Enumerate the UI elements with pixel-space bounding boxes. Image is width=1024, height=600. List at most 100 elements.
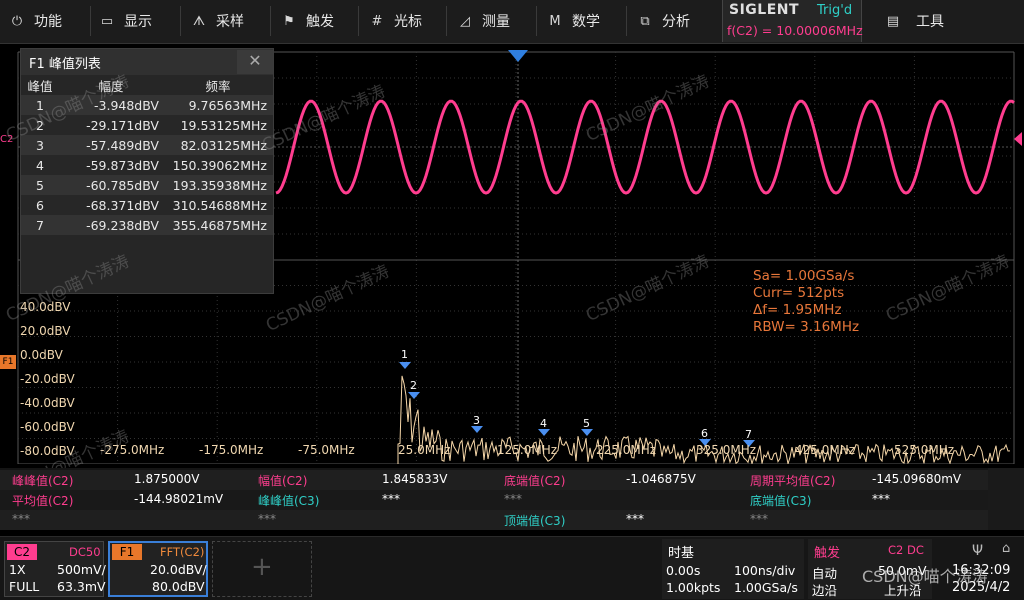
f1-function: FFT(C2)	[160, 545, 205, 559]
add-icon: +	[251, 552, 273, 582]
sample-rate: 1.00GSa/s	[734, 580, 798, 595]
meas-label: ***	[12, 512, 30, 526]
trigger-status: Trig'd	[817, 3, 853, 18]
y-label: -40.0dBV	[20, 396, 75, 410]
x-label: 125.0MHz	[497, 443, 558, 457]
brand-logo: SIGLENT	[729, 2, 800, 18]
tools-icon: ▤	[886, 13, 900, 29]
network-icon: ⌂	[1002, 541, 1011, 556]
meas-label: ***	[750, 512, 768, 526]
peak-list-window[interactable]: F1 峰值列表 ✕ 峰值 幅度 频率 1 -3.948dBV 9.76563MHz …	[20, 48, 274, 294]
c2-scale: 500mV/	[57, 562, 106, 577]
timebase-title: 时基	[668, 546, 695, 561]
menu-math-button[interactable]: M 数学	[546, 0, 600, 42]
analysis-icon: ⧉	[640, 13, 650, 29]
f1-scale: 20.0dBV/	[150, 562, 207, 577]
peak-marker	[581, 429, 593, 436]
c2-bandwidth: FULL	[9, 579, 40, 594]
clock-area: Ψ ⌂ 16:32:09 2025/4/2	[938, 539, 1022, 599]
meas-value: ***	[872, 492, 890, 506]
usb-icon: Ψ	[972, 543, 984, 559]
cursor-icon: #	[371, 13, 383, 29]
peak-list-header[interactable]: F1 峰值列表 ✕	[21, 49, 273, 75]
meas-label: ***	[504, 492, 522, 506]
c2-channel-box[interactable]: C2 DC50 1X 500mV/ FULL 63.3mV	[4, 541, 106, 597]
display-icon: ▭	[100, 13, 114, 29]
clock-time: 16:32:09	[952, 563, 1011, 578]
trigger-type: 边沿	[812, 583, 838, 598]
c2-label: C2	[7, 544, 37, 560]
peak-table: 峰值 幅度 频率 1 -3.948dBV 9.76563MHz 2 -29.171dB…	[21, 75, 273, 235]
c2-coupling: DC50	[69, 545, 101, 559]
menu-measure-button[interactable]: ◿ 测量	[456, 0, 510, 42]
menu-acquire-button[interactable]: ᗑ 采样	[190, 0, 244, 42]
x-label: 425.0MHz	[795, 443, 856, 457]
table-row: 3 -57.489dBV 82.03125MHz	[21, 135, 273, 155]
meas-label: 峰峰值(C2)	[12, 474, 74, 488]
x-label: -75.0MHz	[298, 443, 355, 457]
menu-tools-button[interactable]: ▤ 工具	[884, 0, 944, 42]
peak-marker	[408, 392, 420, 399]
peak-marker-label: 3	[473, 414, 480, 427]
peak-marker	[471, 426, 483, 433]
top-menu-bar: ⏻ 功能 ▭ 显示 ᗑ 采样 ⚑ 触发 # 光标 ◿ 测量 M 数学 ⧉ 分析 SIGLENT …	[0, 0, 1024, 44]
meas-label: 周期平均值(C2)	[750, 474, 836, 488]
measurement-scrollbar[interactable]	[988, 468, 1024, 530]
f1-channel-marker[interactable]: F1	[0, 355, 16, 369]
power-icon: ⏻	[11, 13, 23, 29]
menu-cursor-button[interactable]: # 光标	[368, 0, 422, 42]
c2-channel-marker[interactable]: C2	[0, 134, 13, 145]
y-label: 20.0dBV	[20, 324, 71, 338]
trigger-flag-icon: ⚑	[283, 13, 295, 29]
meas-value: ***	[626, 512, 644, 526]
menu-trigger-button[interactable]: ⚑ 触发	[280, 0, 334, 42]
menu-function-button[interactable]: ⏻ 功能	[8, 0, 62, 42]
table-header: 峰值	[27, 78, 53, 94]
menu-analysis-button[interactable]: ⧉ 分析	[636, 0, 690, 42]
table-row: 2 -29.171dBV 19.53125MHz	[21, 115, 273, 135]
memory-depth: 1.00kpts	[666, 580, 721, 595]
peak-marker-label: 5	[583, 417, 590, 430]
meas-label: 底端值(C2)	[504, 474, 566, 488]
y-label: -60.0dBV	[20, 420, 75, 434]
peak-marker	[538, 429, 550, 436]
table-header: 幅度	[98, 78, 124, 94]
timebase-box[interactable]: 时基 0.00s 100ns/div 1.00kpts 1.00GSa/s	[662, 539, 804, 599]
trigger-position-marker[interactable]	[508, 50, 528, 62]
waveform-display[interactable]: C2 F1 40.0dBV 20.0dBV 0.0dBV -20.0dBV -4…	[0, 44, 1024, 501]
y-label: -20.0dBV	[20, 372, 75, 386]
meas-label: 峰峰值(C3)	[258, 494, 320, 508]
y-label: -80.0dBV	[20, 444, 75, 458]
table-row: 6 -68.371dBV 310.54688MHz	[21, 195, 273, 215]
trigger-box[interactable]: 触发 C2 DC 自动 50.0mV 边沿 上升沿	[808, 539, 932, 599]
x-label: 325.0MHz	[696, 443, 757, 457]
table-row: 1 -3.948dBV 9.76563MHz	[21, 95, 273, 115]
meas-label: 幅值(C2)	[258, 474, 308, 488]
menu-display-button[interactable]: ▭ 显示	[98, 0, 152, 42]
table-row: 4 -59.873dBV 150.39062MHz	[21, 155, 273, 175]
acquire-icon: ᗑ	[192, 13, 206, 29]
trigger-slope: 上升沿	[884, 583, 922, 598]
y-label: 0.0dBV	[20, 348, 63, 362]
close-icon[interactable]: ✕	[237, 50, 273, 74]
math-icon: M	[549, 13, 561, 29]
peak-marker-label: 2	[410, 379, 417, 392]
status-panel: SIGLENT Trig'd f(C2) = 10.00006MHz	[722, 0, 863, 42]
clock-date: 2025/4/2	[952, 580, 1011, 595]
x-label: 25.0MHz	[398, 443, 451, 457]
peak-marker-label: 7	[745, 428, 752, 441]
trigger-level-marker[interactable]	[1014, 132, 1022, 146]
timebase-scale: 100ns/div	[734, 563, 796, 578]
f1-reference: 80.0dBV	[152, 579, 205, 594]
peak-list-title: F1 峰值列表	[29, 56, 101, 72]
measurement-panel[interactable]: 峰峰值(C2) 1.875000V 幅值(C2) 1.845833V 底端值(C…	[0, 468, 988, 530]
f1-function-box[interactable]: F1 FFT(C2) 20.0dBV/ 80.0dBV	[108, 541, 208, 597]
c2-offset: 63.3mV	[57, 579, 106, 594]
trigger-level: 50.0mV	[878, 563, 927, 578]
meas-label: 底端值(C3)	[750, 494, 812, 508]
add-channel-slot[interactable]: +	[212, 541, 312, 597]
peak-marker-label: 6	[701, 427, 708, 440]
measure-icon: ◿	[460, 13, 470, 29]
meas-label: 平均值(C2)	[12, 494, 74, 508]
x-label: -175.0MHz	[199, 443, 264, 457]
